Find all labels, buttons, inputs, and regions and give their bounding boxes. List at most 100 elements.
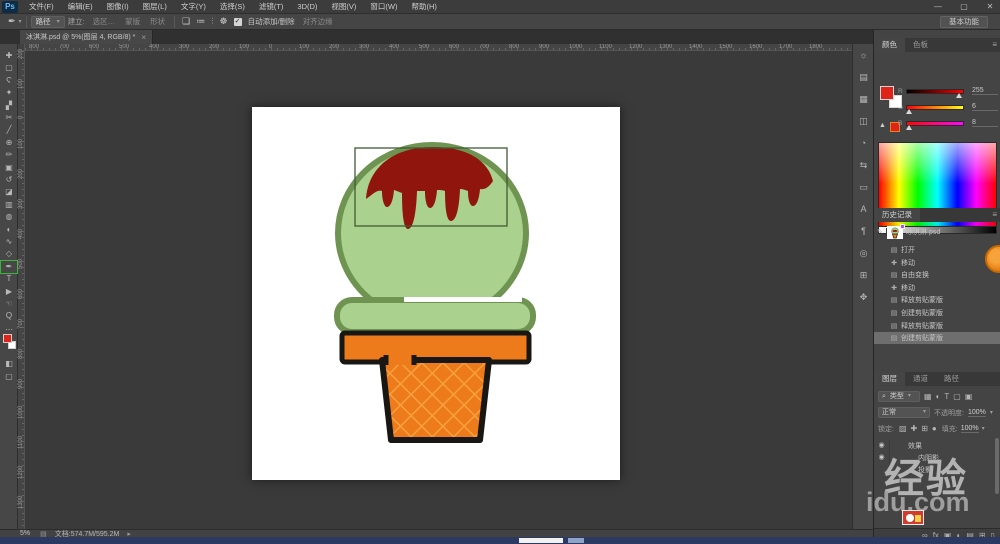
tab-close-icon[interactable]: × bbox=[141, 33, 146, 42]
channel-value[interactable]: 8 bbox=[972, 119, 998, 127]
zoom-tool[interactable]: Q bbox=[1, 310, 17, 322]
clone-source-icon[interactable]: ⇆ bbox=[856, 158, 871, 172]
path-alignment-icon[interactable]: ≔ bbox=[193, 16, 208, 27]
brush-tool[interactable]: ✏ bbox=[1, 149, 17, 161]
foreground-color-swatch[interactable] bbox=[880, 86, 894, 100]
blend-mode-select[interactable]: 正常 ▾ bbox=[878, 407, 930, 418]
info-icon[interactable]: ◔ bbox=[856, 136, 871, 150]
history-item-5[interactable]: ▤创建剪贴蒙版 bbox=[874, 307, 1000, 319]
make-button-2[interactable]: 形状 bbox=[145, 16, 170, 27]
history-item-2[interactable]: ▤自由变换 bbox=[874, 269, 1000, 281]
marquee-tool[interactable]: ▢ bbox=[1, 62, 17, 74]
styles-icon[interactable]: ▤ bbox=[856, 70, 871, 84]
menu-item-4[interactable]: 文字(Y) bbox=[174, 0, 213, 14]
eyedropper-tool[interactable]: ╱ bbox=[1, 124, 17, 136]
adjustments-icon[interactable]: ☼ bbox=[856, 48, 871, 62]
tab-paths[interactable]: 路径 bbox=[936, 372, 967, 386]
shape-extra-tool[interactable]: ◇ bbox=[1, 248, 17, 260]
workspace-switcher-button[interactable]: 基本功能 bbox=[940, 16, 988, 28]
document-tab[interactable]: 冰淇淋.psd @ 5%(图层 4, RGB/8) * × bbox=[20, 30, 153, 44]
eraser-tool[interactable]: ◪ bbox=[1, 186, 17, 198]
auto-add-checkbox[interactable]: ✓ bbox=[234, 18, 242, 26]
panel-menu-icon[interactable]: ≡ bbox=[992, 38, 997, 52]
tab-channels[interactable]: 通道 bbox=[905, 372, 936, 386]
gamut-warning-icon[interactable]: ▲ bbox=[879, 122, 886, 129]
windows-taskbar[interactable] bbox=[0, 537, 1000, 544]
menu-item-9[interactable]: 窗口(W) bbox=[363, 0, 404, 14]
taskbar-item[interactable] bbox=[568, 538, 584, 543]
slider-knob[interactable] bbox=[956, 93, 962, 98]
lock-all-icon[interactable]: ● bbox=[930, 424, 939, 433]
filter-smart-object-icon[interactable]: ▣ bbox=[963, 392, 975, 401]
path-arrangement-icon[interactable]: ⫶ bbox=[208, 16, 216, 27]
menu-item-3[interactable]: 图层(L) bbox=[136, 0, 174, 14]
layer-filter-select[interactable]: ⌕ 类型 ▾ bbox=[878, 391, 920, 402]
move-tool[interactable]: ✚ bbox=[1, 50, 17, 62]
tab-history[interactable]: 历史记录 bbox=[874, 208, 920, 222]
pen-tool[interactable]: ✒ bbox=[1, 261, 17, 273]
panel-menu-icon[interactable]: ≡ bbox=[992, 208, 997, 222]
crop-tool[interactable]: ▞ bbox=[1, 100, 17, 112]
filter-pixel-icon[interactable]: ▦ bbox=[922, 392, 934, 401]
gradient-tool[interactable]: ▥ bbox=[1, 199, 17, 211]
slider-knob[interactable] bbox=[906, 125, 912, 130]
type-tool[interactable]: T bbox=[1, 273, 17, 285]
menu-item-5[interactable]: 选择(S) bbox=[213, 0, 252, 14]
history-item-6[interactable]: ▤释放剪贴蒙版 bbox=[874, 320, 1000, 332]
lock-position-icon[interactable]: ✚ bbox=[909, 424, 920, 433]
slice-tool[interactable]: ✂ bbox=[1, 112, 17, 124]
align-edges-label[interactable]: 对齐边缘 bbox=[298, 16, 338, 27]
quick-selection-tool[interactable]: ✦ bbox=[1, 87, 17, 99]
quick-mask-icon[interactable]: ◧ bbox=[1, 358, 17, 370]
history-item-0[interactable]: ▤打开 bbox=[874, 244, 1000, 256]
hand-tool[interactable]: ☜ bbox=[1, 298, 17, 310]
dodge-tool[interactable]: ◐ bbox=[1, 224, 17, 236]
foreground-color-swatch[interactable] bbox=[3, 334, 12, 343]
screen-mode-icon[interactable]: ▢ bbox=[1, 371, 17, 383]
lock-image-icon[interactable]: ⊞ bbox=[919, 424, 930, 433]
restore-button[interactable]: ▢ bbox=[958, 0, 970, 14]
menu-item-1[interactable]: 编辑(E) bbox=[61, 0, 100, 14]
filter-adjustment-icon[interactable]: ◐ bbox=[934, 392, 943, 401]
make-button-1[interactable]: 蒙版 bbox=[120, 16, 145, 27]
character-icon[interactable]: A bbox=[856, 202, 871, 216]
gear-icon[interactable]: ☸ bbox=[217, 16, 231, 27]
timeline-icon[interactable]: ◎ bbox=[856, 246, 871, 260]
tool-preset-caret-icon[interactable]: ▾ bbox=[19, 18, 22, 25]
make-button-0[interactable]: 选区… bbox=[88, 16, 121, 27]
canvas-area[interactable] bbox=[25, 51, 852, 530]
navigator-icon[interactable]: ◫ bbox=[856, 114, 871, 128]
channel-value[interactable]: 255 bbox=[972, 87, 998, 95]
smudge-tool[interactable]: ∿ bbox=[1, 236, 17, 248]
history-snapshot[interactable]: ✎冰淇淋.psd bbox=[874, 224, 1000, 240]
close-button[interactable]: ✕ bbox=[984, 0, 996, 14]
lasso-tool[interactable]: Ϛ bbox=[1, 75, 17, 87]
opacity-value[interactable]: 100% bbox=[968, 409, 986, 417]
pen-mode-select[interactable]: 路径 ▾ bbox=[31, 16, 65, 28]
minimize-button[interactable]: — bbox=[932, 0, 944, 14]
history-item-4[interactable]: ▤释放剪贴蒙版 bbox=[874, 294, 1000, 306]
path-selection-tool[interactable]: ▶ bbox=[1, 286, 17, 298]
tab-swatches[interactable]: 色板 bbox=[905, 38, 936, 52]
filter-type-icon[interactable]: T bbox=[942, 392, 951, 401]
menu-item-8[interactable]: 视图(V) bbox=[324, 0, 363, 14]
slider-knob[interactable] bbox=[906, 109, 912, 114]
clone-stamp-tool[interactable]: ▣ bbox=[1, 162, 17, 174]
blur-tool[interactable]: ◍ bbox=[1, 211, 17, 223]
libraries-icon[interactable]: ⊞ bbox=[856, 268, 871, 282]
menu-item-0[interactable]: 文件(F) bbox=[22, 0, 61, 14]
fill-value[interactable]: 100% bbox=[961, 425, 979, 433]
active-tool-icon[interactable]: ✒ bbox=[5, 16, 19, 27]
paragraph-icon[interactable]: ¶ bbox=[856, 224, 871, 238]
channel-slider[interactable] bbox=[906, 105, 964, 110]
layers-scrollbar[interactable] bbox=[995, 438, 999, 494]
channel-slider[interactable] bbox=[906, 121, 964, 126]
history-brush-tool[interactable]: ↺ bbox=[1, 174, 17, 186]
path-operations-icon[interactable]: ❏ bbox=[179, 16, 193, 27]
history-item-3[interactable]: ✚移动 bbox=[874, 282, 1000, 294]
brush-settings-icon[interactable]: ▭ bbox=[856, 180, 871, 194]
menu-item-6[interactable]: 滤镜(T) bbox=[252, 0, 291, 14]
tab-layers[interactable]: 图层 bbox=[874, 372, 905, 386]
channel-value[interactable]: 6 bbox=[972, 103, 998, 111]
menu-item-2[interactable]: 图像(I) bbox=[100, 0, 136, 14]
